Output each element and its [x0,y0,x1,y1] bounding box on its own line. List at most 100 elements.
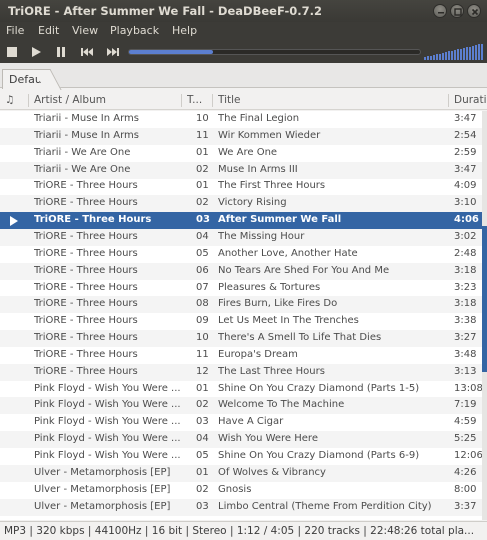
playlist-scrollbar[interactable] [482,111,487,520]
menu-playback[interactable]: Playback [110,24,159,37]
table-row[interactable]: TriORE - Three Hours 06 No Tears Are Shed … [0,262,482,280]
table-row[interactable]: TriORE - Three Hours 11 Europa's Dream 3:48 [0,347,482,364]
volume-bar[interactable] [424,43,484,60]
column-separator[interactable] [448,94,449,107]
table-row[interactable]: TriORE - Three Hours 01 The First Three Ho… [0,178,482,195]
volume-level-bar [478,44,480,60]
table-row[interactable]: TriORE - Three Hours 08 Fires Burn, Like F… [0,296,482,314]
next-button[interactable] [104,44,122,60]
close-button[interactable] [467,4,481,18]
column-separator[interactable] [212,94,213,107]
cell-duration: 3:27 [454,332,477,344]
menu-file[interactable]: File [6,24,24,37]
column-title[interactable]: Title [218,94,448,106]
menu-view[interactable]: View [72,24,98,37]
cell-artist-album: TriORE - Three Hours [34,230,138,242]
volume-level-bar [451,50,453,60]
column-track[interactable]: T... [187,94,213,106]
cell-title: Muse In Arms III [218,163,298,175]
close-icon [471,8,479,16]
volume-level-bar [457,49,459,60]
cell-track: 04 [196,433,209,445]
cell-artist-album: TriORE - Three Hours [34,315,138,327]
cell-track: 02 [196,163,209,175]
cell-duration: 4:09 [454,180,477,192]
column-artist-album[interactable]: Artist / Album [34,94,179,106]
menu-help[interactable]: Help [172,24,197,37]
column-duration[interactable]: Durati [454,94,486,106]
table-row[interactable]: TriORE - Three Hours 02 Victory Rising 3:10 [0,195,482,213]
table-row[interactable]: TriORE - Three Hours 07 Pleasures & Tortur… [0,280,482,297]
cell-title: There's A Smell To Life That Dies [218,332,382,344]
volume-level-bar [439,53,441,60]
cell-title: We Are One [218,146,278,158]
scrollbar-thumb[interactable] [482,226,487,372]
table-row[interactable]: Triarii - We Are One 01 We Are One 2:59 [0,145,482,162]
minimize-button[interactable] [433,4,447,18]
table-row[interactable]: Triarii - Muse In Arms 11 Wir Kommen Wiede… [0,127,482,145]
table-row[interactable]: Pink Floyd - Wish You Were ... 04 Wish You… [0,431,482,449]
table-row[interactable]: TriORE - Three Hours 04 The Missing Hour 3:… [0,228,482,246]
cell-title: Europa's Dream [218,348,298,360]
cell-artist-album: Pink Floyd - Wish You Were ... [34,382,181,394]
volume-level-bar [454,50,456,60]
table-row[interactable]: Ulver - Metamorphosis [EP] 01 Of Wolves & … [0,464,482,482]
cell-duration: 3:48 [454,348,477,360]
volume-level-bar [463,47,465,60]
column-playing[interactable]: ♫ [5,94,14,106]
table-row[interactable]: Pink Floyd - Wish You Were ... 03 Have A C… [0,414,482,431]
cell-title: Another Love, Another Hate [218,247,358,259]
volume-level-bar [469,46,471,60]
table-row[interactable]: Ulver - Metamorphosis [EP] 02 Gnosis 8:00 [0,482,482,499]
cell-artist-album: TriORE - Three Hours [34,197,138,209]
pause-icon [57,47,65,57]
pause-button[interactable] [53,44,71,60]
cell-track: 06 [196,264,209,276]
cell-duration: 2:54 [454,129,477,141]
table-row[interactable]: TriORE - Three Hours 05 Another Love, Anot… [0,246,482,263]
status-bar: MP3 | 320 kbps | 44100Hz | 16 bit | Ster… [0,521,487,540]
window-title: TriORE - After Summer We Fall - DeaDBeeF… [8,4,322,18]
cell-title: The Missing Hour [218,230,305,242]
cell-title: Gnosis [218,483,252,495]
cell-title: Let Us Meet In The Trenches [218,315,359,327]
table-row[interactable]: Pink Floyd - Wish You Were ... 05 Shine On… [0,448,482,465]
stop-icon [7,47,17,57]
volume-level-bar [460,48,462,60]
cell-track: 08 [196,298,209,310]
title-bar[interactable]: TriORE - After Summer We Fall - DeaDBeeF… [0,0,487,22]
cell-track: 02 [196,399,209,411]
cell-duration: 4:06 [454,214,479,226]
cell-artist-album: Triarii - Muse In Arms [34,113,139,124]
table-row[interactable]: TriORE - Three Hours 09 Let Us Meet In The… [0,313,482,330]
cell-duration: 3:47 [454,113,477,124]
stop-button[interactable] [4,44,22,60]
table-row[interactable]: Triarii - We Are One 02 Muse In Arms III 3:… [0,161,482,179]
seek-bar[interactable] [128,49,421,55]
table-row[interactable]: Triarii - Muse In Arms 10 The Final Legion… [0,111,482,128]
table-row-playing[interactable]: TriORE - Three Hours 03 After Summer We Fa… [0,212,482,230]
cell-duration: 7:19 [454,399,477,411]
menu-edit[interactable]: Edit [38,24,59,37]
table-row[interactable]: Pink Floyd - Wish You Were ... 02 Welcome … [0,397,482,415]
cell-title: Of Wolves & Vibrancy [218,466,326,478]
column-separator[interactable] [28,94,29,107]
cell-duration: 3:47 [454,163,477,175]
previous-button[interactable] [78,44,96,60]
maximize-button[interactable] [450,4,464,18]
table-row[interactable]: TriORE - Three Hours 12 The Last Three Hou… [0,363,482,381]
cell-duration: 4:59 [454,416,477,428]
status-text: MP3 | 320 kbps | 44100Hz | 16 bit | Ster… [4,525,475,537]
playlist-tab-strip: Default [0,63,487,89]
volume-level-bar [475,45,477,60]
table-row[interactable]: Ulver - Metamorphosis [EP] 03 Limbo Centra… [0,498,482,516]
tab-default[interactable]: Default [2,69,49,89]
play-icon [32,47,41,57]
volume-level-bar [472,45,474,60]
cell-track: 03 [196,416,209,428]
column-separator[interactable] [181,94,182,107]
play-button[interactable] [28,44,46,60]
table-row[interactable]: TriORE - Three Hours 10 There's A Smell To… [0,330,482,348]
table-row[interactable]: Pink Floyd - Wish You Were ... 01 Shine On… [0,381,482,398]
playlist[interactable]: Triarii - Muse In Arms 10 The Final Legion… [0,111,482,520]
